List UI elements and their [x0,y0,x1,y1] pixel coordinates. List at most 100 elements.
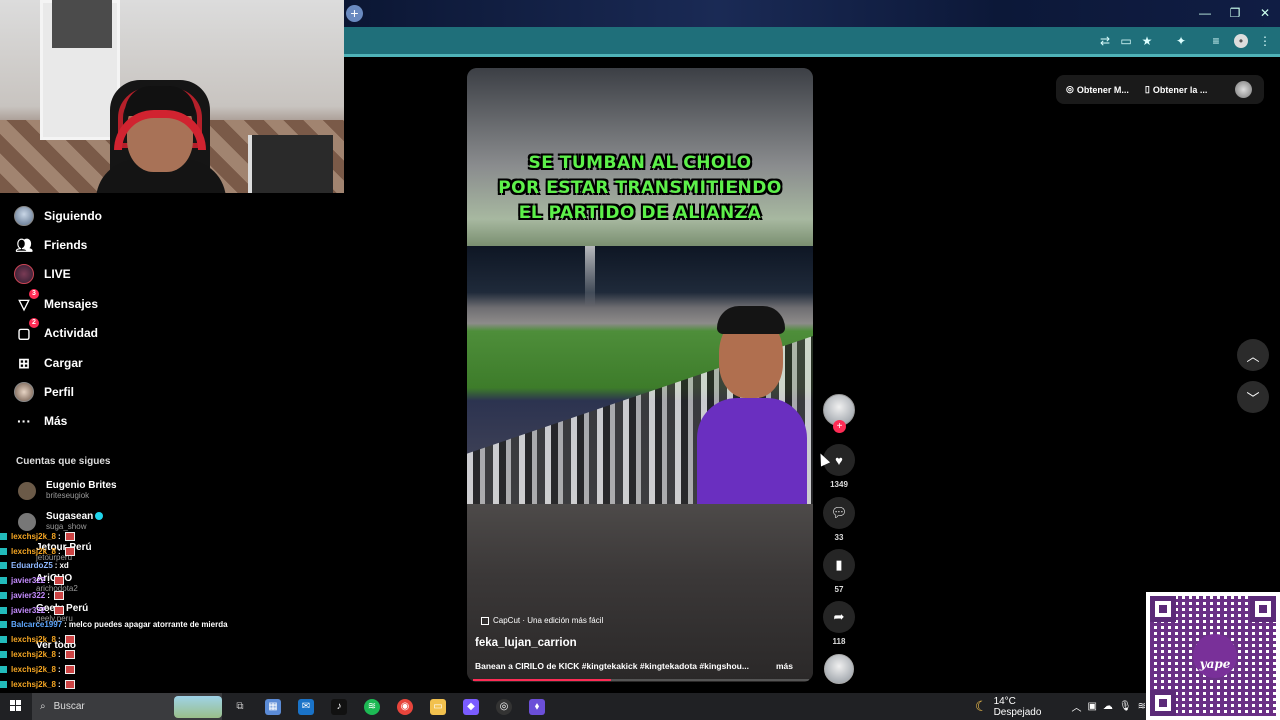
video-username[interactable]: feka_lujan_carrion [475,637,577,649]
verified-icon [95,512,104,521]
minimize-button[interactable]: — [1190,0,1220,27]
profile-avatar-icon[interactable]: • [1234,34,1248,48]
chat-separator: : [57,680,61,689]
obs-icon[interactable]: ◎ [496,699,512,715]
chat-username[interactable]: EduardoZ5 [11,561,53,570]
chat-username[interactable]: lexchsj2k_8 [11,665,56,674]
extensions-icon[interactable]: ✦ [1174,34,1188,48]
chrome-icon[interactable]: ◉ [397,699,413,715]
translate-icon[interactable]: ⇄ [1098,34,1112,48]
nav-siguiendo[interactable]: Siguiendo [14,205,102,227]
nav-cargar[interactable]: ⊞ Cargar [14,352,83,374]
wifi-icon[interactable]: ≋ [1138,701,1146,712]
app-icon[interactable]: ◆ [463,699,479,715]
spotify-icon[interactable]: ≋ [364,699,380,715]
save-action[interactable]: ▮ 57 [823,549,855,594]
account-name: Sugasean [46,511,94,522]
video-progress-bar[interactable] [473,679,809,681]
messages-icon: ▽ 3 [14,289,39,314]
follow-plus-button[interactable]: + [833,420,846,433]
chat-username[interactable]: lexchsj2k_8 [11,680,56,689]
nav-actividad[interactable]: ▢ 2 Actividad [14,318,99,344]
microphone-icon[interactable]: 🎙︎ [1119,701,1132,712]
chat-separator: : [57,635,61,644]
next-video-button[interactable]: ﹀ [1237,381,1269,413]
nav-mensajes[interactable]: ▽ 3 Mensajes [14,289,98,315]
store-icon[interactable]: ▦ [265,699,281,715]
following-account[interactable]: Sugasean suga_show [18,511,104,531]
like-action[interactable]: ♥ 1349 [823,444,855,489]
mail-icon[interactable]: ✉ [298,699,314,715]
following-account[interactable]: Eugenio Brites briteseugiok [18,480,117,500]
chat-username[interactable]: lexchsj2k_8 [11,650,56,659]
tray-app-icon[interactable]: ▣ [1087,701,1096,712]
chat-username[interactable]: lexchsj2k_8 [11,532,56,541]
messages-badge: 3 [29,289,39,299]
new-tab-button[interactable]: + [346,5,363,22]
music-creator-avatar[interactable] [824,654,854,684]
video-player[interactable]: SE TUMBAN AL CHOLO POR ESTAR TRANSMITIEN… [467,68,813,682]
weather-moon-icon: ☾ [975,698,988,714]
share-count: 118 [832,637,846,646]
chat-badge-icon [0,666,7,673]
windows-start-icon[interactable] [10,700,22,712]
chat-separator: : [57,532,61,541]
nav-perfil[interactable]: Perfil [14,381,74,403]
chat-message: Balcarce1997 : melco puedes apagar atorra… [0,620,228,629]
tiktok-icon[interactable]: ♪ [331,699,347,715]
chat-message: javier322 : [0,606,64,615]
computer-image [248,135,333,193]
chat-username[interactable]: lexchsj2k_8 [11,547,56,556]
bookmark-star-icon[interactable]: ★ [1140,34,1154,48]
bookmark-icon[interactable]: ▮ [823,549,855,581]
nav-mas[interactable]: ··· Más [14,410,67,432]
chat-separator: : [57,665,61,674]
nav-friends[interactable]: 👥︎ Friends [14,234,87,256]
chat-separator: : [64,620,67,629]
nav-label: Actividad [44,326,99,340]
taskbar-search[interactable]: ⌕ Buscar [32,693,222,720]
tray-cloud-icon[interactable]: ☁ [1103,701,1113,712]
chat-emote-icon [64,635,75,644]
weather-text[interactable]: 14°C Despejado [994,696,1052,718]
search-icon: ⌕ [40,701,46,712]
yape-qr-code: yape [1146,592,1280,720]
address-bar[interactable]: ⇄ ▭ ★ ✦ ≡ • ⋮ [344,27,1280,57]
user-avatar[interactable] [1235,81,1252,98]
chat-username[interactable]: Balcarce1997 [11,620,62,629]
browser-tabbar: + [344,0,1280,27]
comment-action[interactable]: 💬︎ 33 [823,497,855,542]
cast-icon[interactable]: ▭ [1119,34,1133,48]
maximize-button[interactable]: ❐ [1220,0,1250,27]
file-explorer-icon[interactable]: ▭ [430,699,446,715]
chat-username[interactable]: javier322 [11,576,45,585]
previous-video-button[interactable]: ︿ [1237,339,1269,371]
live-icon [14,264,34,284]
kebab-menu-icon[interactable]: ⋮ [1258,34,1272,48]
description-text: Banean a CIRILO de KICK #kingtekakick #k… [475,661,749,671]
comment-icon[interactable]: 💬︎ [823,497,855,529]
share-icon[interactable]: ➦ [823,601,855,633]
chat-emote-icon [64,547,75,556]
chat-message: lexchsj2k_8 : [0,680,75,689]
tray-chevron-icon[interactable]: ︿ [1071,699,1081,714]
chat-badge-icon [0,621,7,628]
chat-username[interactable]: lexchsj2k_8 [11,635,56,644]
caption-line: POR ESTAR TRANSMITIENDO [498,178,782,198]
chat-username[interactable]: javier322 [11,591,45,600]
task-view-icon[interactable]: ⧉ [232,699,248,715]
nav-label: Perfil [44,385,75,399]
chat-separator: : [47,591,50,600]
launcher-icon[interactable]: ⬧ [529,699,545,715]
share-action[interactable]: ➦ 118 [823,601,855,646]
reading-list-icon[interactable]: ≡ [1209,34,1223,48]
more-link[interactable]: más [776,661,793,671]
capcut-label[interactable]: CapCut · Una edición más fácil [481,616,603,625]
get-mobile-app-button[interactable]: ▯ Obtener la ... [1145,84,1207,95]
chat-username[interactable]: javier322 [11,606,45,615]
get-desktop-app-button[interactable]: ◎ Obtener M... [1066,84,1129,95]
chat-badge-icon [0,681,7,688]
nav-live[interactable]: LIVE [14,263,71,285]
close-button[interactable]: ✕ [1250,0,1280,27]
chat-message: lexchsj2k_8 : [0,665,75,674]
